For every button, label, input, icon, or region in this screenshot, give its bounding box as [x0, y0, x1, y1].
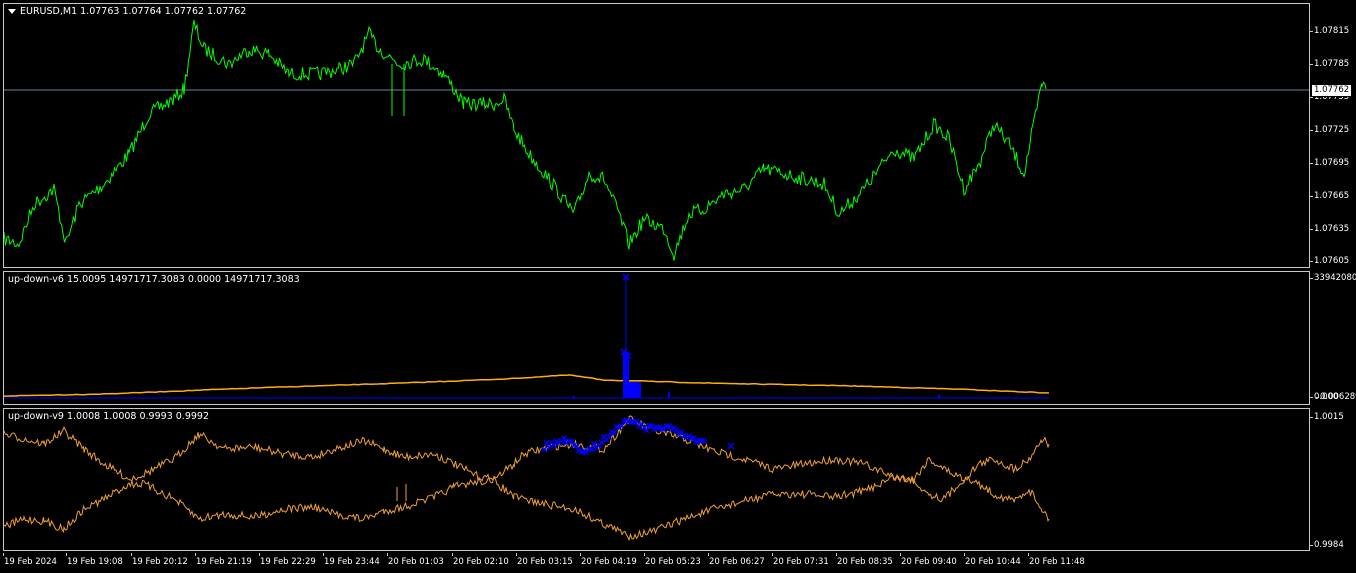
time-tick-mark — [387, 553, 388, 556]
price-tick: 1.07665 — [1309, 191, 1350, 201]
price-tick: 1.07785 — [1309, 59, 1350, 69]
time-tick-mark — [3, 553, 4, 556]
time-label: 19 Feb 19:08 — [67, 557, 123, 567]
time-label: 20 Feb 09:40 — [901, 557, 957, 567]
time-label: 20 Feb 08:35 — [837, 557, 893, 567]
time-tick-mark — [708, 553, 709, 556]
price-tick: 1.07815 — [1309, 26, 1350, 36]
time-label: 19 Feb 20:12 — [132, 557, 188, 567]
time-tick-mark — [836, 553, 837, 556]
price-tick: 1.07635 — [1309, 224, 1350, 234]
symbol-ohlc-label: EURUSD,M1 1.07763 1.07764 1.07762 1.0776… — [20, 6, 247, 17]
v9-x-marker — [727, 442, 735, 450]
time-label: 20 Feb 11:48 — [1029, 557, 1085, 567]
time-tick-mark — [900, 553, 901, 556]
time-label: 20 Feb 02:10 — [453, 557, 509, 567]
current-price-marker: 1.07762 — [1311, 84, 1353, 97]
indicator-v9-chart — [4, 415, 1050, 542]
v9-lower-line — [4, 473, 1050, 542]
time-tick-mark — [66, 553, 67, 556]
time-axis[interactable]: 19 Feb 2024 19 Feb 19:08 19 Feb 20:12 19 Fe… — [0, 553, 1310, 573]
time-label: 20 Feb 10:44 — [965, 557, 1021, 567]
time-label: 20 Feb 06:27 — [709, 557, 765, 567]
time-label: 19 Feb 2024 — [4, 557, 57, 567]
price-tick: 1.07695 — [1309, 158, 1350, 168]
chart-title: EURUSD,M1 1.07763 1.07764 1.07762 1.0776… — [8, 6, 246, 17]
time-label: 19 Feb 21:19 — [196, 557, 252, 567]
v9-x-marker — [561, 435, 567, 442]
v9-x-marker — [543, 440, 550, 447]
v6-spike-block — [627, 382, 641, 398]
v9-scale-tick-min: 0.9984 — [1310, 540, 1344, 550]
time-label: 19 Feb 23:44 — [324, 557, 380, 567]
price-tick: 1.07725 — [1309, 125, 1350, 135]
v6-scale-tick-min: 0.0062895 — [1316, 392, 1356, 402]
time-tick-mark — [452, 553, 453, 556]
time-tick-mark — [259, 553, 260, 556]
time-tick-mark — [131, 553, 132, 556]
time-tick-mark — [964, 553, 965, 556]
chart-menu-triangle-icon[interactable] — [8, 9, 16, 14]
price-chart-pane[interactable]: EURUSD,M1 1.07763 1.07764 1.07762 1.0776… — [3, 3, 1310, 268]
time-label: 20 Feb 05:23 — [645, 557, 701, 567]
v9-x-marker — [606, 433, 612, 440]
time-tick-mark — [580, 553, 581, 556]
price-tick: 1.07605 — [1309, 256, 1350, 266]
price-line — [4, 19, 1047, 261]
v6-orange-line — [4, 374, 1050, 397]
time-label: 20 Feb 03:15 — [517, 557, 573, 567]
indicator-v6-label: up-down-v6 15.0095 14971717.3083 0.0000 … — [8, 274, 300, 285]
time-tick-mark — [516, 553, 517, 556]
price-line-chart — [4, 19, 1309, 261]
v9-upper-line — [4, 415, 1050, 485]
time-tick-mark — [644, 553, 645, 556]
time-label: 20 Feb 04:19 — [581, 557, 637, 567]
v9-scale-tick-max: 1.0015 — [1310, 412, 1344, 422]
time-label: 20 Feb 01:03 — [388, 557, 444, 567]
time-label: 20 Feb 07:31 — [773, 557, 829, 567]
time-tick-mark — [323, 553, 324, 556]
time-label: 19 Feb 22:29 — [260, 557, 316, 567]
indicator-v6-chart — [4, 273, 1050, 399]
v9-x-marker — [673, 427, 680, 434]
time-tick-mark — [1028, 553, 1029, 556]
v6-scale-tick-max: 339420805 — [1310, 273, 1356, 283]
indicator-v9-label: up-down-v9 1.0008 1.0008 0.9993 0.9992 — [8, 411, 209, 422]
indicator-v6-pane[interactable]: up-down-v6 15.0095 14971717.3083 0.0000 … — [3, 271, 1310, 405]
time-tick-mark — [772, 553, 773, 556]
indicator-v9-pane[interactable]: up-down-v9 1.0008 1.0008 0.9993 0.9992 — [3, 408, 1310, 551]
time-tick-mark — [195, 553, 196, 556]
